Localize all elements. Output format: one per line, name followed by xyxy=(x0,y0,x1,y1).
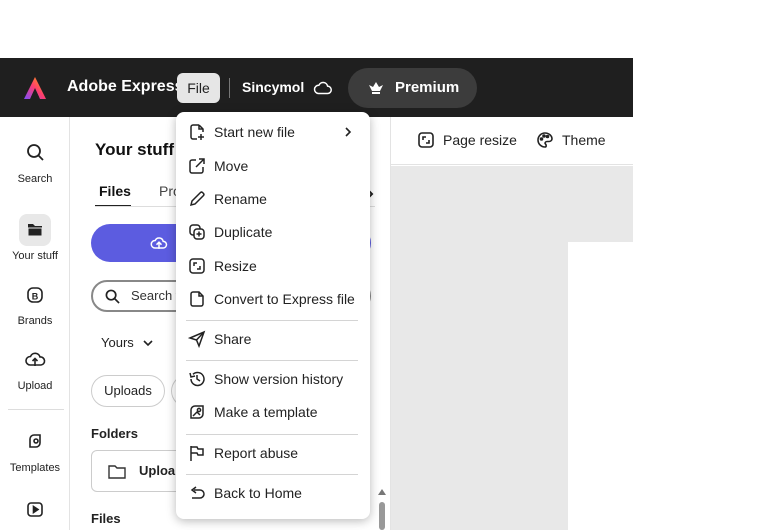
menu-item-label: Show version history xyxy=(214,371,344,387)
adobe-express-logo-icon[interactable] xyxy=(22,75,48,101)
canvas-area[interactable] xyxy=(391,166,633,530)
menu-item-report-abuse[interactable]: Report abuse xyxy=(176,438,370,468)
menu-item-convert-to-express-file[interactable]: Convert to Express file xyxy=(176,284,370,314)
history-icon xyxy=(189,371,205,387)
palette-icon xyxy=(537,132,553,148)
tab-files[interactable]: Files xyxy=(99,183,131,199)
search-icon xyxy=(105,289,120,304)
rail-item-video[interactable] xyxy=(0,493,70,529)
back-icon xyxy=(190,486,205,499)
premium-button[interactable]: Premium xyxy=(348,68,477,108)
rail-item-upload[interactable]: Upload xyxy=(0,344,70,392)
menu-item-duplicate[interactable]: Duplicate xyxy=(176,217,370,247)
menu-item-label: Move xyxy=(214,158,249,174)
rail-item-your-stuff[interactable]: Your stuff xyxy=(0,214,70,262)
pencil-icon xyxy=(189,191,205,207)
video-icon xyxy=(19,493,51,525)
menu-item-rename[interactable]: Rename xyxy=(176,184,370,214)
rail-item-label: Brands xyxy=(17,315,53,327)
menu-item-label: Share xyxy=(214,331,252,347)
panel-title: Your stuff xyxy=(95,140,175,159)
top-bar: Adobe Express File Sincymol Premium xyxy=(0,58,633,117)
cloud-upload-icon xyxy=(150,237,168,249)
menu-item-label: Back to Home xyxy=(214,485,302,501)
template-icon xyxy=(190,405,204,419)
menu-item-label: Rename xyxy=(214,191,267,207)
folder-name: Uploa xyxy=(139,463,176,478)
page-resize-icon xyxy=(418,132,434,148)
page-resize-button[interactable]: Page resize xyxy=(417,131,517,149)
duplicate-icon xyxy=(189,224,205,240)
menu-item-label: Start new file xyxy=(214,124,295,140)
resize-icon xyxy=(189,258,205,274)
crown-icon xyxy=(369,82,383,94)
menu-item-show-version-history[interactable]: Show version history xyxy=(176,364,370,394)
folder-icon xyxy=(108,465,126,479)
rail-divider xyxy=(8,409,64,410)
menu-item-label: Report abuse xyxy=(214,445,299,461)
menu-item-label: Make a template xyxy=(214,404,318,420)
convert-file-icon xyxy=(190,291,204,307)
editor-toolbar: Page resize Theme xyxy=(391,117,633,165)
file-menu-button[interactable]: File xyxy=(177,73,220,103)
menu-divider xyxy=(186,474,358,475)
left-rail: Search Your stuff B Brands Upload Templa xyxy=(0,117,70,530)
rail-item-label: Your stuff xyxy=(12,250,58,262)
upload-icon xyxy=(19,344,51,376)
svg-text:B: B xyxy=(32,292,39,302)
theme-button[interactable]: Theme xyxy=(536,131,606,149)
menu-divider xyxy=(186,360,358,361)
owner-filter-dropdown[interactable]: Yours xyxy=(101,335,153,350)
menu-divider xyxy=(186,434,358,435)
brand-icon: B xyxy=(19,279,51,311)
chevron-right-icon xyxy=(345,127,352,137)
share-icon xyxy=(188,330,206,348)
theme-label: Theme xyxy=(562,132,606,148)
menu-item-share[interactable]: Share xyxy=(176,324,370,354)
scroll-up-icon[interactable] xyxy=(378,489,386,495)
rail-item-search[interactable]: Search xyxy=(0,137,70,185)
owner-filter-label: Yours xyxy=(101,335,134,350)
rail-item-label: Templates xyxy=(9,462,61,474)
rail-item-label: Search xyxy=(17,173,53,185)
topbar-divider xyxy=(229,78,230,98)
menu-item-label: Duplicate xyxy=(214,224,273,240)
document-name[interactable]: Sincymol xyxy=(242,79,304,95)
menu-item-make-a-template[interactable]: Make a template xyxy=(176,397,370,427)
flag-icon xyxy=(190,446,204,461)
app-name: Adobe Express xyxy=(67,78,184,95)
menu-item-back-to-home[interactable]: Back to Home xyxy=(176,478,370,508)
menu-item-label: Convert to Express file xyxy=(214,291,355,307)
page-resize-label: Page resize xyxy=(443,132,517,148)
folder-icon xyxy=(19,214,51,246)
premium-label: Premium xyxy=(395,79,460,96)
menu-divider xyxy=(186,320,358,321)
folders-heading: Folders xyxy=(91,426,138,441)
search-placeholder: Search f xyxy=(131,288,180,303)
new-file-icon xyxy=(190,124,204,140)
menu-item-start-new-file[interactable]: Start new file xyxy=(176,117,370,147)
cloud-icon[interactable] xyxy=(312,77,334,99)
uploads-filter-chip[interactable]: Uploads xyxy=(91,375,165,407)
file-dropdown-menu: Start new file Move Rename Duplicate Res… xyxy=(176,112,370,519)
templates-icon xyxy=(19,426,51,458)
menu-item-resize[interactable]: Resize xyxy=(176,251,370,281)
scrollbar-thumb[interactable] xyxy=(379,502,385,530)
artboard-page[interactable] xyxy=(568,242,633,530)
move-icon xyxy=(189,158,205,174)
rail-item-templates[interactable]: Templates xyxy=(0,426,70,474)
menu-item-label: Resize xyxy=(214,258,257,274)
rail-item-label: Upload xyxy=(17,380,53,392)
rail-item-brands[interactable]: B Brands xyxy=(0,279,70,327)
menu-item-move[interactable]: Move xyxy=(176,151,370,181)
files-heading: Files xyxy=(91,511,121,526)
chevron-down-icon xyxy=(143,340,153,347)
search-icon xyxy=(19,137,51,169)
